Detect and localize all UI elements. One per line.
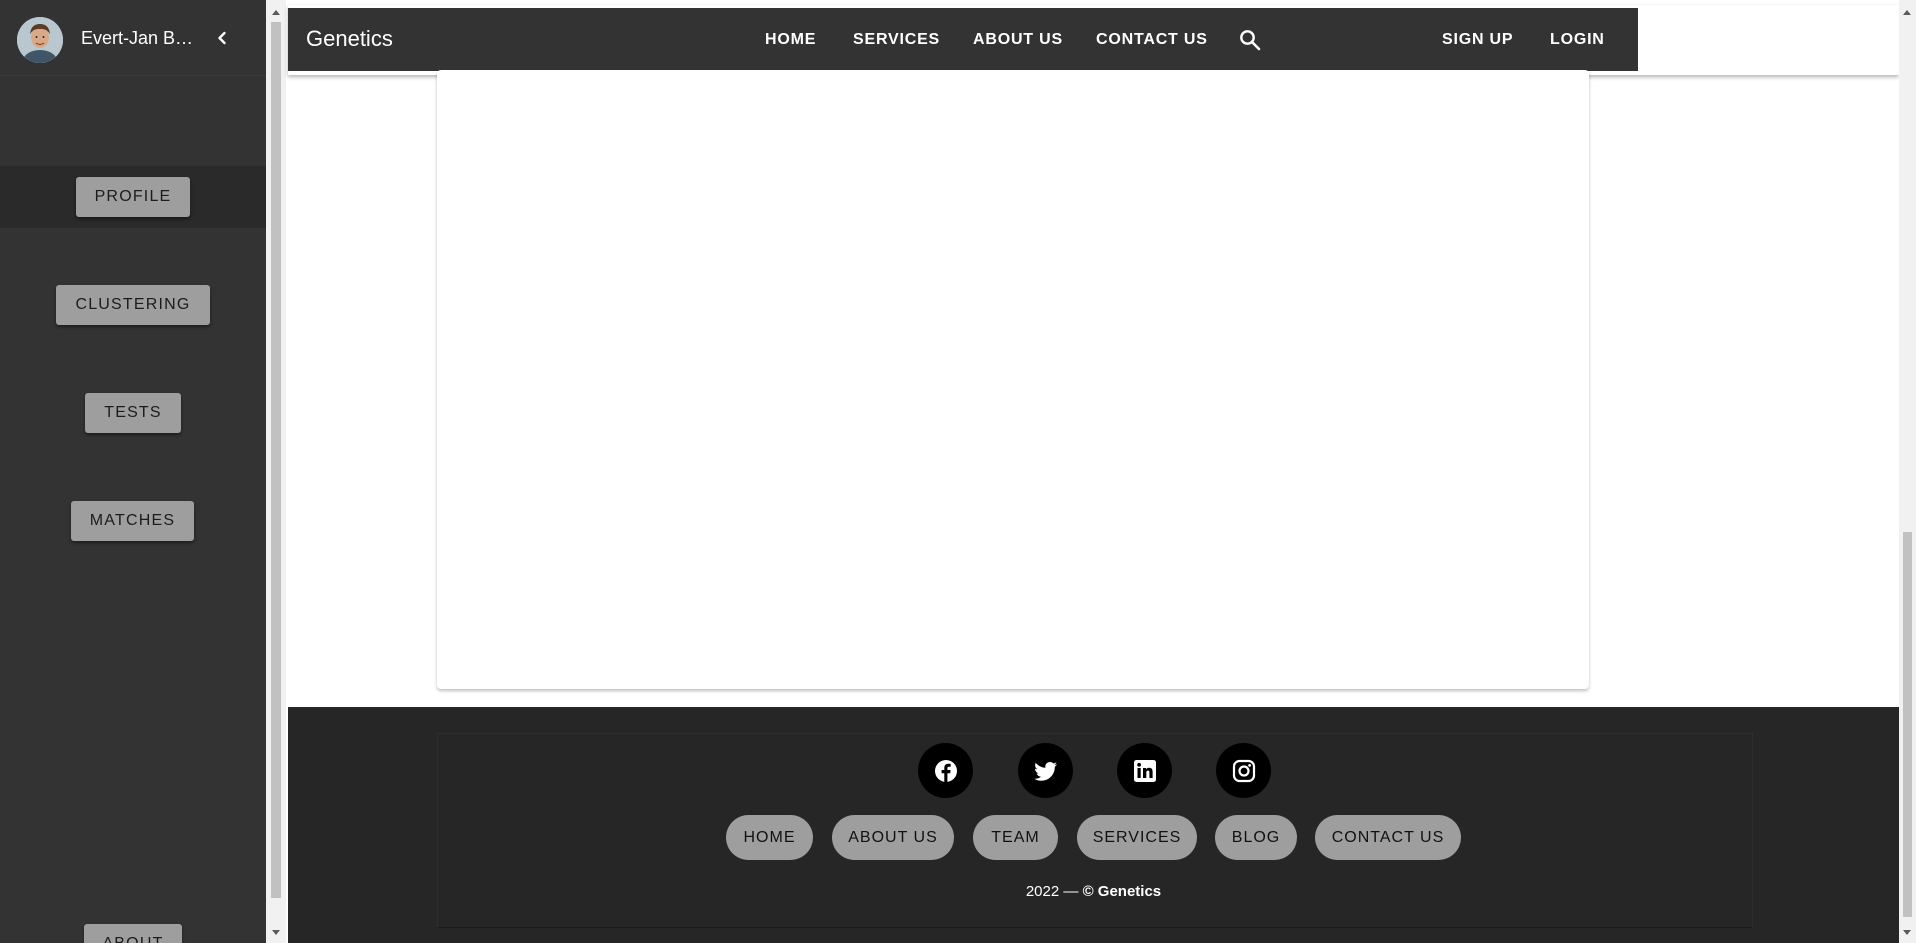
sidebar-scroll-thumb[interactable]	[271, 22, 281, 898]
twitter-icon[interactable]	[1018, 743, 1073, 798]
sidebar-item-profile[interactable]: PROFILE	[76, 177, 190, 217]
footer-link-about-us[interactable]: ABOUT US	[832, 815, 954, 860]
signup-link[interactable]: SIGN UP	[1442, 31, 1513, 49]
sidebar-item-tests[interactable]: TESTS	[85, 393, 181, 433]
sidebar-header: Evert-Jan Bakker	[0, 0, 266, 76]
avatar-image	[17, 17, 63, 63]
sidebar-scrollbar[interactable]	[266, 0, 286, 943]
brand-logo-text[interactable]: Genetics	[306, 26, 393, 52]
footer-link-contact-us[interactable]: CONTACT US	[1315, 815, 1461, 860]
scroll-up-arrow-icon[interactable]	[272, 10, 280, 15]
footer-link-home[interactable]: HOME	[726, 815, 813, 860]
sidebar-item-about[interactable]: ABOUT	[84, 924, 182, 943]
user-avatar-icon[interactable]	[17, 17, 63, 63]
main-content-card	[437, 70, 1589, 689]
footer-link-blog[interactable]: BLOG	[1215, 815, 1297, 860]
page-scroll-thumb[interactable]	[1903, 532, 1912, 917]
copyright-owner: © Genetics	[1082, 883, 1162, 900]
footer: HOME ABOUT US TEAM SERVICES BLOG CONTACT…	[288, 707, 1899, 943]
footer-link-services[interactable]: SERVICES	[1077, 815, 1197, 860]
facebook-icon[interactable]	[918, 743, 973, 798]
app-root: Evert-Jan Bakker PROFILE CLUSTERING TEST…	[0, 0, 1916, 943]
sidebar-item-clustering[interactable]: CLUSTERING	[56, 285, 210, 325]
nav-link-about-us[interactable]: ABOUT US	[973, 31, 1063, 49]
sidebar-item-matches[interactable]: MATCHES	[71, 501, 194, 541]
footer-link-team[interactable]: TEAM	[973, 815, 1058, 860]
login-link[interactable]: LOGIN	[1550, 31, 1605, 49]
copyright-year: 2022 —	[1025, 883, 1083, 900]
nav-link-home[interactable]: HOME	[765, 31, 816, 49]
nav-link-services[interactable]: SERVICES	[853, 31, 940, 49]
sidebar: Evert-Jan Bakker PROFILE CLUSTERING TEST…	[0, 0, 266, 943]
nav-link-contact-us[interactable]: CONTACT US	[1096, 31, 1208, 49]
search-icon[interactable]	[1238, 28, 1262, 52]
top-navbar: Genetics HOME SERVICES ABOUT US CONTACT …	[288, 8, 1638, 71]
scroll-up-arrow-icon[interactable]	[1903, 10, 1911, 15]
scroll-down-arrow-icon[interactable]	[1903, 930, 1911, 935]
instagram-icon[interactable]	[1216, 743, 1271, 798]
page-scrollbar[interactable]	[1899, 0, 1916, 943]
chevron-left-icon[interactable]	[210, 26, 234, 50]
footer-copyright: 2022 — © Genetics	[288, 883, 1899, 900]
scroll-down-arrow-icon[interactable]	[272, 930, 280, 935]
user-name: Evert-Jan Bakker	[81, 28, 201, 48]
linkedin-icon[interactable]	[1117, 743, 1172, 798]
